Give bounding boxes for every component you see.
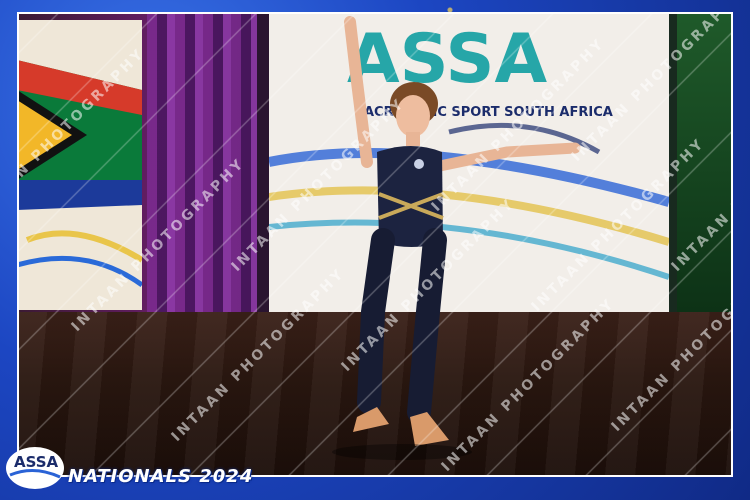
assa-logo-badge-text: ASSA	[14, 453, 59, 471]
watermark-text: INTAAN PHOTOGRAPHY	[669, 95, 733, 275]
event-caption: NATIONALS 2024	[68, 466, 254, 487]
event-photo: ASSA ACROBATIC SPORT SOUTH AFRICA INTAAN…	[17, 12, 733, 477]
watermark-text-layer: INTAAN PHOTOGRAPHY INTAAN PHOTOGRAPHY IN…	[17, 12, 733, 475]
watermark-text: INTAAN PHOTOGRAPHY	[439, 295, 619, 475]
photo-frame: ASSA ACROBATIC SPORT SOUTH AFRICA INTAAN…	[0, 0, 750, 500]
watermark-text: INTAAN PHOTOGRAPHY	[229, 95, 409, 275]
assa-footer-logo: ASSA	[4, 445, 66, 491]
watermark-text: INTAAN PHOTOGRAPHY	[529, 135, 709, 315]
watermark-text: INTAAN PHOTOGRAPHY	[569, 12, 733, 165]
watermark-text: INTAAN PHOTOGRAPHY	[429, 35, 609, 215]
watermark-text: INTAAN PHOTOGRAPHY	[69, 155, 249, 335]
watermark-text: INTAAN PHOTOGRAPHY	[339, 195, 519, 375]
watermark-text: INTAAN PHOTOGRAPHY	[169, 265, 349, 445]
watermark-text: INTAAN PHOTOGRAPHY	[17, 45, 148, 225]
watermark-text: INTAAN PHOTOGRAPHY	[609, 255, 733, 435]
assa-logo-badge: ASSA	[6, 447, 64, 489]
